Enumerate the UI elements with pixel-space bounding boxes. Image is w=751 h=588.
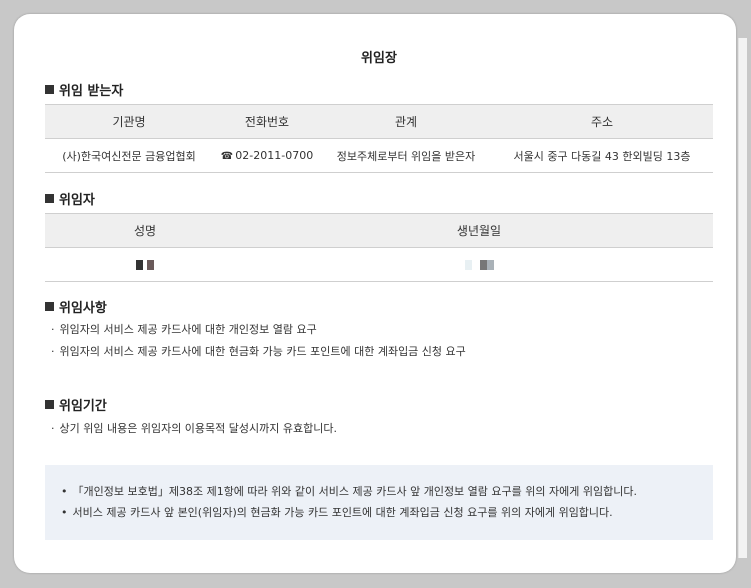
section-heading-label: 위임자 bbox=[59, 193, 95, 208]
table-row bbox=[45, 247, 713, 282]
masked-birthdate-cell bbox=[245, 247, 713, 282]
notice-list: 「개인정보 보호법」제38조 제1항에 따라 위와 같이 서비스 제공 카드사 … bbox=[61, 481, 637, 523]
page-title: 위임장 bbox=[361, 51, 397, 66]
square-bullet-icon bbox=[45, 302, 54, 311]
square-bullet-icon bbox=[45, 194, 54, 203]
phone-cell: ☎ 02-2011-0700 bbox=[213, 138, 321, 173]
scrollbar-thumb[interactable] bbox=[738, 38, 747, 558]
phone-icon: ☎ bbox=[220, 151, 234, 162]
square-bullet-icon bbox=[45, 85, 54, 94]
column-header: 주소 bbox=[491, 104, 713, 139]
org-name-cell: (사)한국여신전문 금융업협회 bbox=[45, 138, 213, 173]
delegator-table: 성명 생년월일 bbox=[45, 213, 713, 282]
notice-item: 서비스 제공 카드사 앞 본인(위임자)의 현금화 가능 카드 포인트에 대한 … bbox=[61, 502, 637, 523]
table-row: (사)한국여신전문 금융업협회 ☎ 02-2011-0700 정보주체로부터 위임… bbox=[45, 138, 713, 173]
section-heading-delegator: 위임자 bbox=[45, 189, 95, 208]
column-header: 관계 bbox=[321, 104, 491, 139]
list-item: 상기 위임 내용은 위임자의 이용목적 달성시까지 유효합니다. bbox=[51, 418, 337, 440]
column-header: 성명 bbox=[45, 213, 245, 248]
recipient-table: 기관명 전화번호 관계 주소 (사)한국여신전문 금융업협회 ☎ 02-2011-… bbox=[45, 104, 713, 173]
notice-item: 「개인정보 보호법」제38조 제1항에 따라 위와 같이 서비스 제공 카드사 … bbox=[61, 481, 637, 502]
period-list: 상기 위임 내용은 위임자의 이용목적 달성시까지 유효합니다. bbox=[51, 418, 337, 440]
section-heading-matters: 위임사항 bbox=[45, 297, 107, 316]
list-item: 위임자의 서비스 제공 카드사에 대한 현금화 가능 카드 포인트에 대한 계좌… bbox=[51, 341, 466, 363]
masked-name bbox=[136, 260, 154, 270]
matters-list: 위임자의 서비스 제공 카드사에 대한 개인정보 열람 요구 위임자의 서비스 … bbox=[51, 319, 466, 363]
section-heading-label: 위임 받는자 bbox=[59, 84, 124, 99]
vertical-scrollbar[interactable] bbox=[736, 38, 748, 578]
phone-number: 02-2011-0700 bbox=[235, 149, 314, 162]
column-header: 전화번호 bbox=[213, 104, 321, 139]
masked-name-cell bbox=[45, 247, 245, 282]
section-heading-period: 위임기간 bbox=[45, 395, 107, 414]
list-item: 위임자의 서비스 제공 카드사에 대한 개인정보 열람 요구 bbox=[51, 319, 466, 341]
notice-box: 「개인정보 보호법」제38조 제1항에 따라 위와 같이 서비스 제공 카드사 … bbox=[45, 465, 713, 540]
column-header: 생년월일 bbox=[245, 213, 713, 248]
column-header: 기관명 bbox=[45, 104, 213, 139]
table-header-row: 성명 생년월일 bbox=[45, 213, 713, 248]
table-header-row: 기관명 전화번호 관계 주소 bbox=[45, 104, 713, 139]
section-heading-recipient: 위임 받는자 bbox=[45, 80, 123, 99]
relation-cell: 정보주체로부터 위임을 받은자 bbox=[321, 138, 491, 173]
square-bullet-icon bbox=[45, 400, 54, 409]
address-cell: 서울시 중구 다동길 43 한외빌딩 13층 bbox=[491, 138, 713, 173]
section-heading-label: 위임기간 bbox=[59, 399, 107, 414]
masked-birthdate bbox=[464, 260, 494, 270]
consent-card: 위임장 위임 받는자 기관명 전화번호 관계 주소 (사)한국여신전문 금융업협… bbox=[14, 14, 747, 573]
section-heading-label: 위임사항 bbox=[59, 301, 107, 316]
